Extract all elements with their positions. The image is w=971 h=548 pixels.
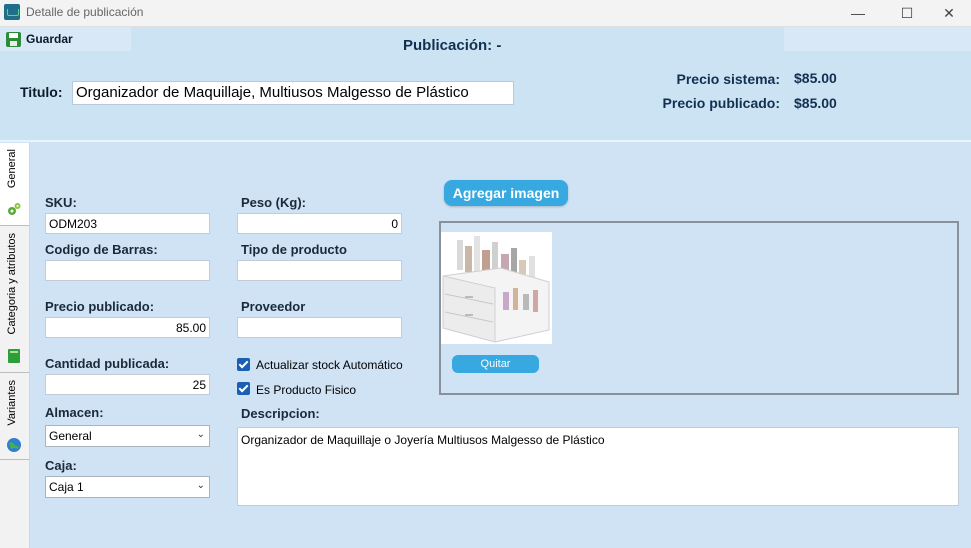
image-gallery-panel: Quitar [439,221,959,395]
almacen-label: Almacen: [45,405,104,420]
almacen-selected: General [49,429,92,443]
close-button[interactable]: ✕ [926,0,971,26]
header-panel: Guardar Publicación: - Titulo: Organizad… [0,27,971,142]
publication-label: Publicación: - [403,37,502,54]
tab-variantes-label: Variantes [6,380,18,426]
save-button-label: Guardar [26,32,73,46]
caja-select[interactable]: Caja 1 ⌄ [45,476,210,498]
gears-icon [8,203,21,215]
barcode-input[interactable] [45,260,210,281]
app-icon [4,4,20,20]
add-image-button[interactable]: Agregar imagen [444,180,568,206]
descripcion-textarea[interactable]: Organizador de Maquillaje o Joyería Mult… [237,427,959,506]
producto-fisico-checkbox[interactable] [237,382,250,395]
tab-variantes[interactable]: Variantes [0,374,29,460]
peso-input[interactable]: 0 [237,213,402,234]
caja-selected: Caja 1 [49,480,84,494]
title-input[interactable]: Organizador de Maquillaje, Multiusos Mal… [72,81,514,105]
cantidad-publicada-label: Cantidad publicada: [45,356,170,371]
tipo-producto-label: Tipo de producto [241,242,347,257]
tab-categoria[interactable]: Categoria y atributos [0,227,29,373]
price-published-label: Precio publicado: [662,95,780,111]
save-button[interactable]: Guardar [0,27,131,51]
price-system-value: $85.00 [794,70,837,86]
title-bar: Detalle de publicación — ☐ ✕ [0,0,971,27]
sku-input[interactable]: ODM203 [45,213,210,234]
floppy-disk-icon [6,31,21,47]
precio-publicado-input[interactable]: 85.00 [45,317,210,338]
cantidad-publicada-input[interactable]: 25 [45,374,210,395]
chevron-down-icon: ⌄ [196,480,205,491]
maximize-button[interactable]: ☐ [884,0,930,26]
price-system-label: Precio sistema: [676,71,781,87]
product-image [441,232,552,344]
remove-image-button[interactable]: Quitar [452,355,539,373]
globe-icon [7,438,21,452]
stock-auto-checkbox[interactable] [237,358,250,371]
caja-label: Caja: [45,458,77,473]
descripcion-label: Descripcion: [241,406,320,421]
precio-publicado-label: Precio publicado: [45,299,155,314]
peso-label: Peso (Kg): [241,195,306,210]
proveedor-label: Proveedor [241,299,306,314]
title-label: Titulo: [20,84,63,100]
tab-general-label: General [6,149,18,189]
almacen-select[interactable]: General ⌄ [45,425,210,447]
window-title: Detalle de publicación [26,5,144,19]
proveedor-input[interactable] [237,317,402,338]
tab-categoria-label: Categoria y atributos [6,233,18,335]
product-thumbnail[interactable] [441,232,552,344]
chevron-down-icon: ⌄ [196,429,205,440]
stock-auto-label: Actualizar stock Automático [256,358,403,372]
price-published-value: $85.00 [794,95,837,111]
producto-fisico-label: Es Producto Fisico [256,383,357,397]
book-icon [8,349,20,363]
barcode-label: Codigo de Barras: [45,242,158,257]
vertical-tab-strip: General Categoria y atributos Variantes [0,143,30,548]
toolbar-strip [784,27,971,51]
tipo-producto-input[interactable] [237,260,402,281]
sku-label: SKU: [45,195,77,210]
tab-general[interactable]: General [0,143,29,226]
minimize-button[interactable]: — [835,0,881,26]
general-panel: SKU: ODM203 Peso (Kg): 0 Codigo de Barra… [31,145,971,548]
